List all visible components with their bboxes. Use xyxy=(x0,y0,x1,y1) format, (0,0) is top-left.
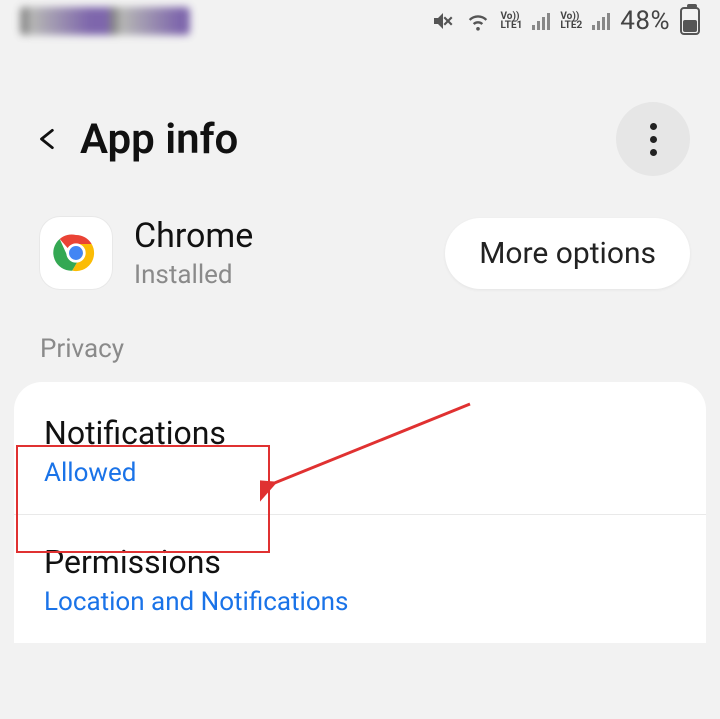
status-right: Vo))LTE1 Vo))LTE2 48% xyxy=(431,6,701,36)
battery-percent: 48% xyxy=(620,6,670,36)
status-left-blur xyxy=(20,7,190,35)
permissions-row[interactable]: Permissions Location and Notifications xyxy=(14,515,706,643)
volte1-icon: Vo))LTE1 xyxy=(501,12,523,30)
signal2-icon xyxy=(592,12,610,30)
section-privacy-label: Privacy xyxy=(0,320,720,382)
app-install-status: Installed xyxy=(134,260,423,290)
more-vert-icon xyxy=(650,123,657,156)
app-summary-row: Chrome Installed More options xyxy=(0,216,720,320)
volte2-icon: Vo))LTE2 xyxy=(560,12,582,30)
mute-vibrate-icon xyxy=(431,9,455,33)
app-name: Chrome xyxy=(134,216,423,256)
back-button[interactable] xyxy=(24,115,72,163)
settings-card: Notifications Allowed Permissions Locati… xyxy=(14,382,706,643)
status-bar: Vo))LTE1 Vo))LTE2 48% xyxy=(0,0,720,42)
battery-icon xyxy=(680,7,700,35)
signal1-icon xyxy=(532,12,550,30)
notifications-status: Allowed xyxy=(44,458,676,488)
overflow-menu-button[interactable] xyxy=(616,102,690,176)
wifi-icon xyxy=(465,10,491,32)
notifications-row[interactable]: Notifications Allowed xyxy=(14,386,706,515)
chevron-left-icon xyxy=(35,120,61,158)
permissions-status: Location and Notifications xyxy=(44,587,676,617)
header: App info xyxy=(0,42,720,216)
notifications-title: Notifications xyxy=(44,414,676,452)
permissions-title: Permissions xyxy=(44,543,676,581)
chrome-icon xyxy=(40,217,112,289)
page-title: App info xyxy=(80,115,616,164)
more-options-button[interactable]: More options xyxy=(445,218,690,289)
